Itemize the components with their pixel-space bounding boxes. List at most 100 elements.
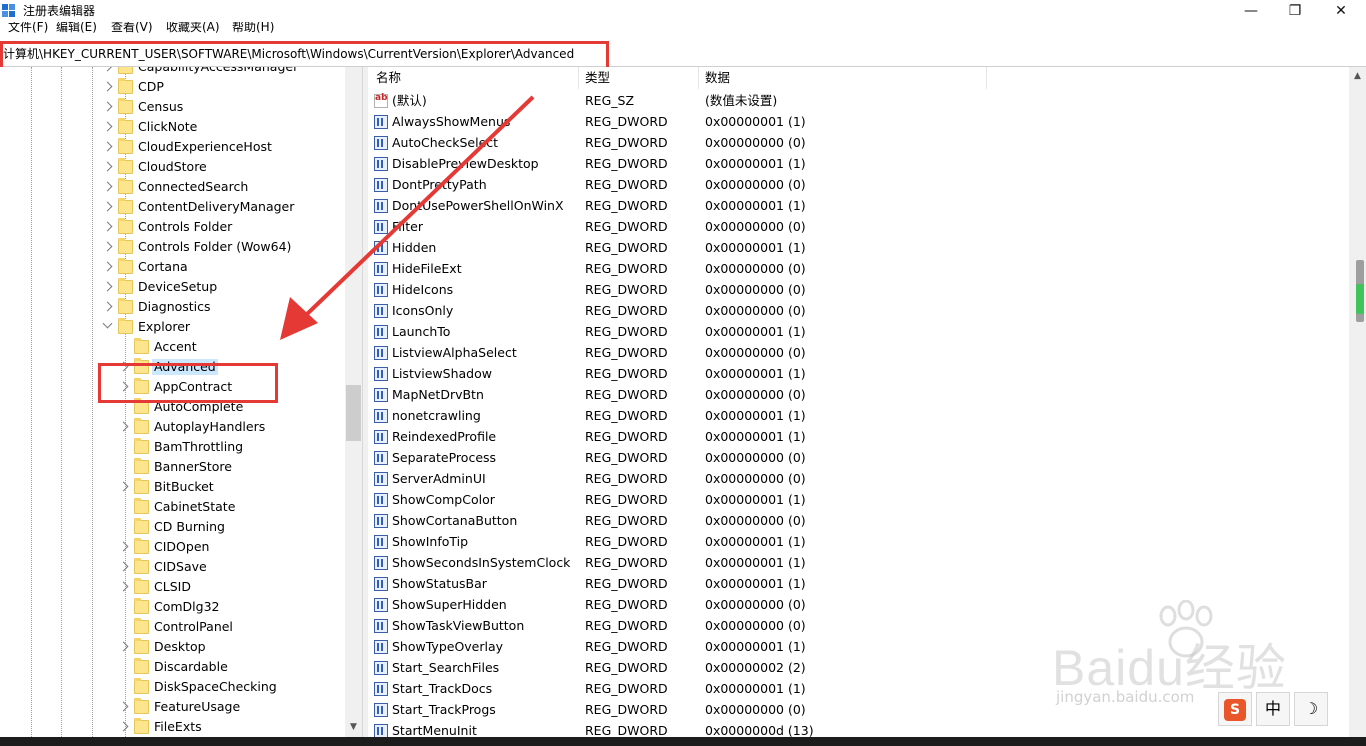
tree-item-cd-burning[interactable]: CD Burning xyxy=(0,517,345,537)
expand-chevron-right-icon[interactable] xyxy=(102,141,113,152)
tree-item-discardable[interactable]: Discardable xyxy=(0,657,345,677)
value-row[interactable]: ShowSecondsInSystemClock REG_DWORD 0x00000… xyxy=(368,553,1349,574)
value-row[interactable]: ShowCompColor REG_DWORD 0x00000001 (1) xyxy=(368,490,1349,511)
expand-chevron-right-icon[interactable] xyxy=(102,281,113,292)
address-path[interactable]: 计算机\HKEY_CURRENT_USER\SOFTWARE\Microsoft… xyxy=(3,47,574,61)
value-row[interactable]: ShowTaskViewButton REG_DWORD 0x00000000 (0… xyxy=(368,616,1349,637)
tree-item-diagnostics[interactable]: Diagnostics xyxy=(0,297,345,317)
tree-item-comdlg32[interactable]: ComDlg32 xyxy=(0,597,345,617)
value-row[interactable]: MapNetDrvBtn REG_DWORD 0x00000000 (0) xyxy=(368,385,1349,406)
minimize-button[interactable]: — xyxy=(1228,0,1274,22)
value-row[interactable]: HideFileExt REG_DWORD 0x00000000 (0) xyxy=(368,259,1349,280)
tree-item-fileexts[interactable]: FileExts xyxy=(0,717,345,737)
expand-chevron-right-icon[interactable] xyxy=(102,261,113,272)
expand-chevron-right-icon[interactable] xyxy=(118,641,129,652)
menu-help[interactable]: 帮助(H) xyxy=(232,22,274,34)
value-row[interactable]: Start_TrackDocs REG_DWORD 0x00000001 (1) xyxy=(368,679,1349,700)
expand-chevron-right-icon[interactable] xyxy=(118,701,129,712)
expand-chevron-right-icon[interactable] xyxy=(118,541,129,552)
value-row[interactable]: DontUsePowerShellOnWinX REG_DWORD 0x000000… xyxy=(368,196,1349,217)
tree-item-appcontract[interactable]: AppContract xyxy=(0,377,345,397)
value-row[interactable]: SeparateProcess REG_DWORD 0x00000000 (0) xyxy=(368,448,1349,469)
tree-scrollbar-thumb[interactable] xyxy=(346,385,361,441)
value-row[interactable]: LaunchTo REG_DWORD 0x00000001 (1) xyxy=(368,322,1349,343)
column-header-name[interactable]: 名称 xyxy=(376,70,401,86)
sogou-ime-button[interactable]: S xyxy=(1218,692,1252,726)
value-row[interactable]: DisablePreviewDesktop REG_DWORD 0x00000001… xyxy=(368,154,1349,175)
tree-item-clicknote[interactable]: ClickNote xyxy=(0,117,345,137)
column-separator[interactable] xyxy=(578,67,579,89)
tree-scroll-down-arrow[interactable]: ▼ xyxy=(345,720,362,734)
expand-chevron-down-icon[interactable] xyxy=(102,318,113,329)
menu-edit[interactable]: 编辑(E) xyxy=(56,22,97,34)
value-row[interactable]: Start_SearchFiles REG_DWORD 0x00000002 (2) xyxy=(368,658,1349,679)
expand-chevron-right-icon[interactable] xyxy=(102,101,113,112)
tree-item-cidopen[interactable]: CIDOpen xyxy=(0,537,345,557)
value-list-pane[interactable]: 名称 类型 数据 (默认) REG_SZ (数值未设置) AlwaysShowMenu… xyxy=(368,67,1349,737)
value-row[interactable]: IconsOnly REG_DWORD 0x00000000 (0) xyxy=(368,301,1349,322)
value-row[interactable]: AlwaysShowMenus REG_DWORD 0x00000001 (1) xyxy=(368,112,1349,133)
list-scrollbar[interactable] xyxy=(1349,67,1366,737)
value-row[interactable]: HideIcons REG_DWORD 0x00000000 (0) xyxy=(368,280,1349,301)
tree-item-controls-folder-wow64-[interactable]: Controls Folder (Wow64) xyxy=(0,237,345,257)
value-row[interactable]: AutoCheckSelect REG_DWORD 0x00000000 (0) xyxy=(368,133,1349,154)
value-row[interactable]: Start_TrackProgs REG_DWORD 0x00000000 (0) xyxy=(368,700,1349,721)
tree-item-bitbucket[interactable]: BitBucket xyxy=(0,477,345,497)
close-button[interactable]: ✕ xyxy=(1318,0,1364,22)
value-row[interactable]: nonetcrawling REG_DWORD 0x00000001 (1) xyxy=(368,406,1349,427)
menu-favorites[interactable]: 收藏夹(A) xyxy=(166,22,220,34)
value-row[interactable]: ShowCortanaButton REG_DWORD 0x00000000 (0) xyxy=(368,511,1349,532)
value-row[interactable]: ShowInfoTip REG_DWORD 0x00000001 (1) xyxy=(368,532,1349,553)
value-row[interactable]: ListviewShadow REG_DWORD 0x00000001 (1) xyxy=(368,364,1349,385)
menu-file[interactable]: 文件(F) xyxy=(8,22,48,34)
tree-item-devicesetup[interactable]: DeviceSetup xyxy=(0,277,345,297)
value-row[interactable]: Hidden REG_DWORD 0x00000001 (1) xyxy=(368,238,1349,259)
tree-item-cidsave[interactable]: CIDSave xyxy=(0,557,345,577)
language-toggle-button[interactable]: 中 xyxy=(1256,692,1290,726)
expand-chevron-right-icon[interactable] xyxy=(102,121,113,132)
expand-chevron-right-icon[interactable] xyxy=(102,161,113,172)
value-row[interactable]: ListviewAlphaSelect REG_DWORD 0x00000000 (… xyxy=(368,343,1349,364)
moon-icon[interactable]: ☽ xyxy=(1294,692,1328,726)
tree-item-diskspacechecking[interactable]: DiskSpaceChecking xyxy=(0,677,345,697)
expand-chevron-right-icon[interactable] xyxy=(118,421,129,432)
list-scroll-up-arrow[interactable]: ▲ xyxy=(1349,70,1366,82)
tree-item-autocomplete[interactable]: AutoComplete xyxy=(0,397,345,417)
value-row[interactable]: Filter REG_DWORD 0x00000000 (0) xyxy=(368,217,1349,238)
tree-item-cdp[interactable]: CDP xyxy=(0,77,345,97)
value-row[interactable]: ReindexedProfile REG_DWORD 0x00000001 (1) xyxy=(368,427,1349,448)
tree-item-controlpanel[interactable]: ControlPanel xyxy=(0,617,345,637)
expand-chevron-right-icon[interactable] xyxy=(118,561,129,572)
expand-chevron-right-icon[interactable] xyxy=(102,181,113,192)
expand-chevron-right-icon[interactable] xyxy=(118,361,129,372)
tree-item-clsid[interactable]: CLSID xyxy=(0,577,345,597)
tree-item-desktop[interactable]: Desktop xyxy=(0,637,345,657)
column-separator[interactable] xyxy=(986,67,987,89)
tree-item-featureusage[interactable]: FeatureUsage xyxy=(0,697,345,717)
tree-item-advanced[interactable]: Advanced xyxy=(0,357,345,377)
expand-chevron-right-icon[interactable] xyxy=(102,67,113,72)
expand-chevron-right-icon[interactable] xyxy=(102,241,113,252)
expand-chevron-right-icon[interactable] xyxy=(102,301,113,312)
value-row[interactable]: ShowTypeOverlay REG_DWORD 0x00000001 (1) xyxy=(368,637,1349,658)
tree-item-bamthrottling[interactable]: BamThrottling xyxy=(0,437,345,457)
value-row[interactable]: ShowSuperHidden REG_DWORD 0x00000000 (0) xyxy=(368,595,1349,616)
column-header-type[interactable]: 类型 xyxy=(585,70,610,86)
menu-view[interactable]: 查看(V) xyxy=(111,22,153,34)
tree-item-census[interactable]: Census xyxy=(0,97,345,117)
value-row[interactable]: ServerAdminUI REG_DWORD 0x00000000 (0) xyxy=(368,469,1349,490)
expand-chevron-right-icon[interactable] xyxy=(118,721,129,732)
column-header-data[interactable]: 数据 xyxy=(705,70,730,86)
tree-item-controls-folder[interactable]: Controls Folder xyxy=(0,217,345,237)
key-tree-pane[interactable]: CapabilityAccessManager CDP Census ClickNot… xyxy=(0,67,362,737)
expand-chevron-right-icon[interactable] xyxy=(118,381,129,392)
expand-chevron-right-icon[interactable] xyxy=(118,481,129,492)
tree-item-connectedsearch[interactable]: ConnectedSearch xyxy=(0,177,345,197)
tree-item-autoplayhandlers[interactable]: AutoplayHandlers xyxy=(0,417,345,437)
tree-item-cabinetstate[interactable]: CabinetState xyxy=(0,497,345,517)
expand-chevron-right-icon[interactable] xyxy=(118,581,129,592)
expand-chevron-right-icon[interactable] xyxy=(102,81,113,92)
tree-item-contentdeliverymanager[interactable]: ContentDeliveryManager xyxy=(0,197,345,217)
tree-item-capabilityaccessmanager[interactable]: CapabilityAccessManager xyxy=(0,67,345,77)
tree-item-accent[interactable]: Accent xyxy=(0,337,345,357)
